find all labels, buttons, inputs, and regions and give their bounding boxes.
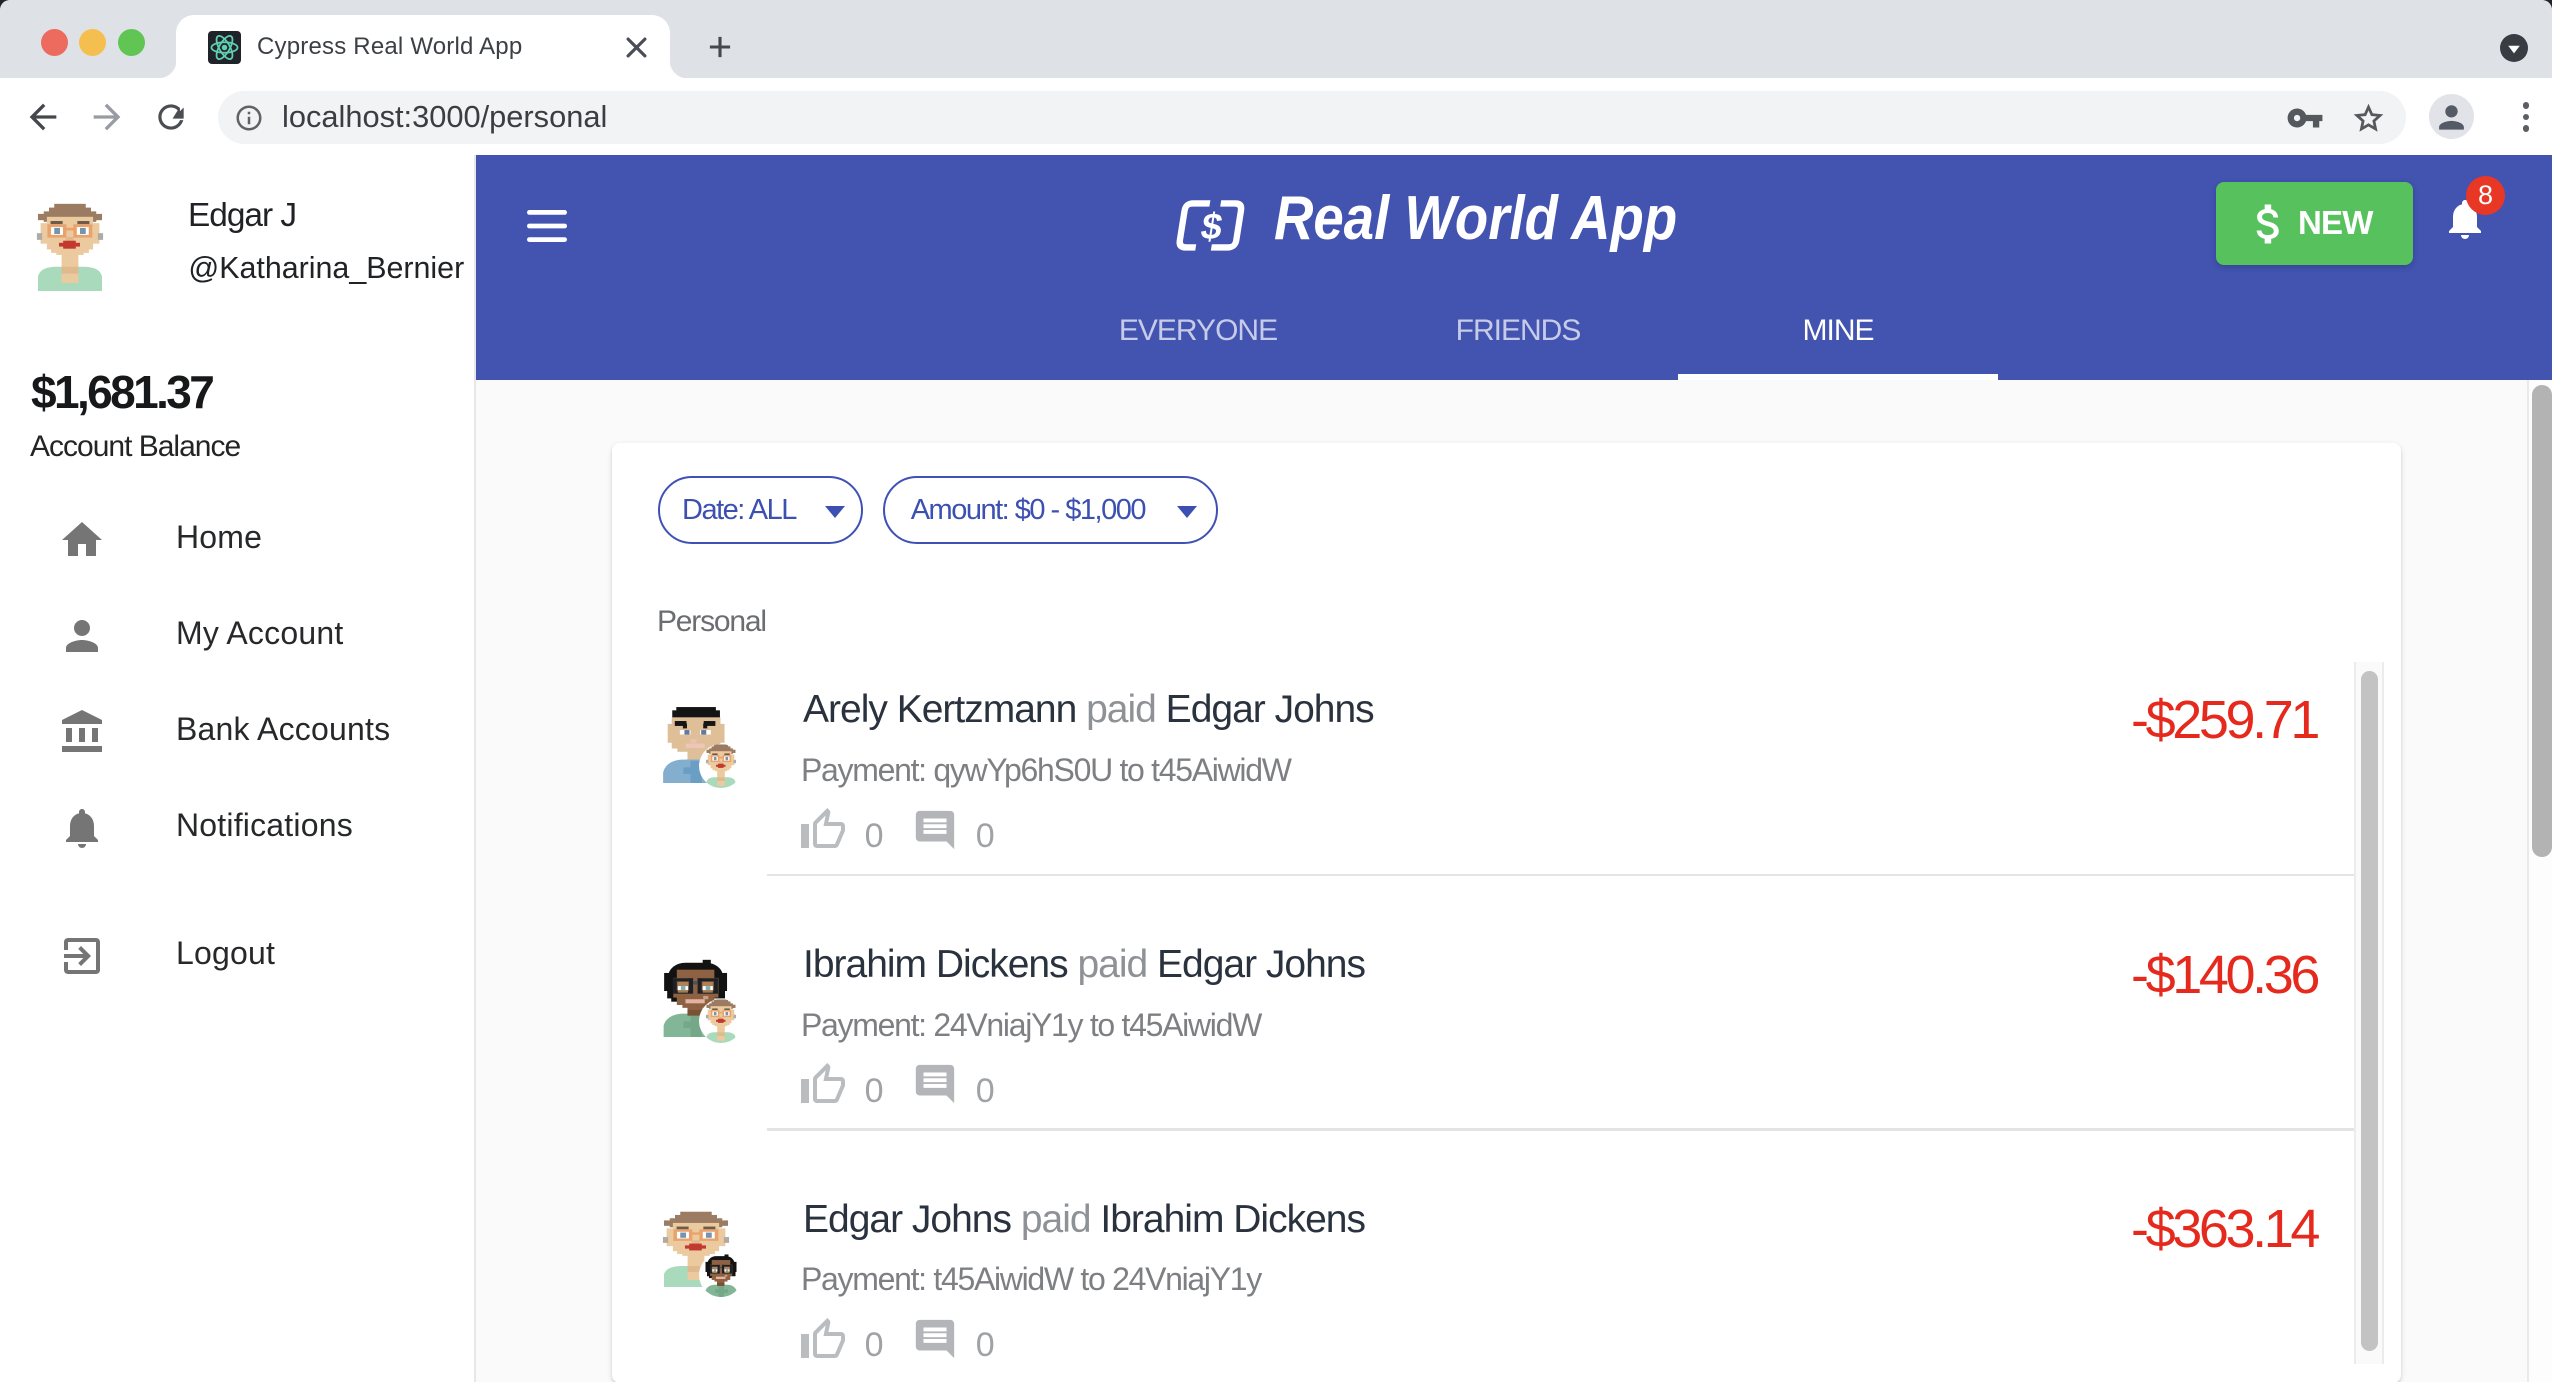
svg-text:$: $ xyxy=(1198,205,1225,247)
